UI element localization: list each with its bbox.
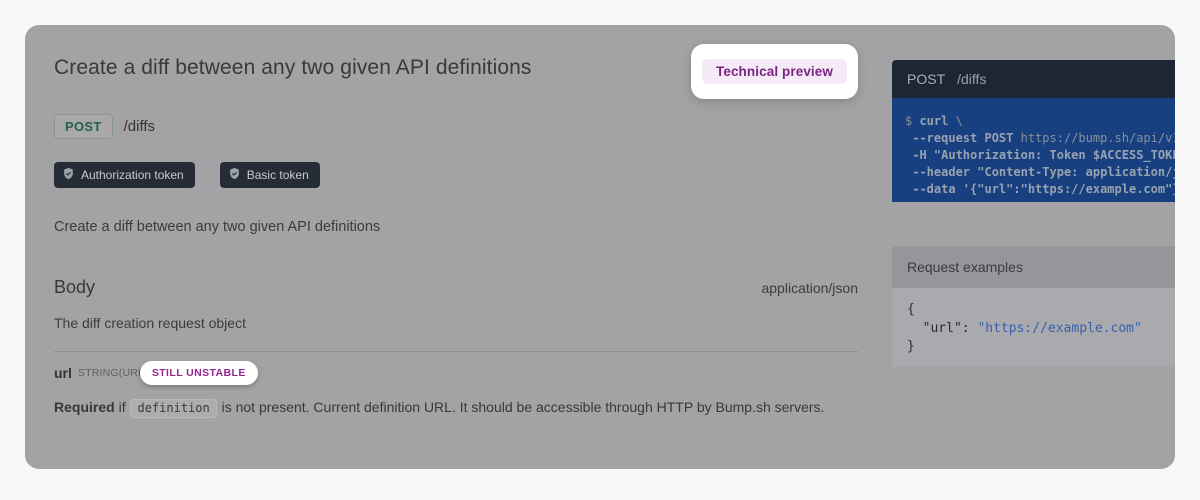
doc-text: is not present. Current definition URL. … bbox=[218, 399, 825, 415]
property-doc-text: Required if definition is not present. C… bbox=[54, 399, 824, 415]
auth-badge-authorization-token[interactable]: Authorization token bbox=[54, 162, 195, 188]
page-title: Create a diff between any two given API … bbox=[54, 56, 532, 80]
panel-path: /diffs bbox=[957, 71, 986, 87]
property-type: STRING(URI) bbox=[78, 367, 145, 379]
curl-example-panel: POST /diffs $ curl \ --request POST http… bbox=[892, 60, 1175, 202]
property-name: url bbox=[54, 365, 72, 381]
shield-check-icon bbox=[62, 167, 75, 183]
body-description: The diff creation request object bbox=[54, 315, 246, 331]
request-examples-header: Request examples bbox=[892, 246, 1175, 288]
auth-badge-label: Basic token bbox=[247, 168, 309, 182]
panel-method: POST bbox=[907, 71, 945, 87]
curl-panel-header: POST /diffs bbox=[892, 60, 1175, 98]
body-heading: Body bbox=[54, 277, 95, 298]
doc-text: if bbox=[115, 399, 130, 415]
curl-code: $ curl \ --request POST https://bump.sh/… bbox=[892, 98, 1175, 202]
required-word: Required bbox=[54, 399, 115, 415]
endpoint-path: /diffs bbox=[124, 118, 155, 135]
http-method-badge: POST bbox=[54, 114, 113, 139]
property-row-url: url STRING(URI) STILL UNSTABLE bbox=[54, 359, 258, 387]
auth-badges-row: Authorization token Basic token bbox=[54, 162, 320, 188]
request-examples-panel: Request examples { "url": "https://examp… bbox=[892, 246, 1175, 367]
operation-description: Create a diff between any two given API … bbox=[54, 219, 380, 235]
section-divider bbox=[54, 351, 858, 352]
technical-preview-highlight-card: Technical preview bbox=[691, 44, 858, 99]
body-section-header: Body application/json bbox=[54, 277, 858, 298]
auth-badge-label: Authorization token bbox=[81, 168, 184, 182]
request-example-json: { "url": "https://example.com"} bbox=[892, 288, 1175, 367]
doc-page-card: Create a diff between any two given API … bbox=[25, 25, 1175, 469]
auth-badge-basic-token[interactable]: Basic token bbox=[220, 162, 320, 188]
endpoint-row: POST /diffs bbox=[54, 114, 155, 139]
definition-code-chip: definition bbox=[130, 399, 216, 418]
shield-check-icon bbox=[228, 167, 241, 183]
content-type-label: application/json bbox=[761, 280, 858, 296]
still-unstable-badge: STILL UNSTABLE bbox=[140, 361, 258, 385]
technical-preview-badge: Technical preview bbox=[702, 59, 847, 84]
